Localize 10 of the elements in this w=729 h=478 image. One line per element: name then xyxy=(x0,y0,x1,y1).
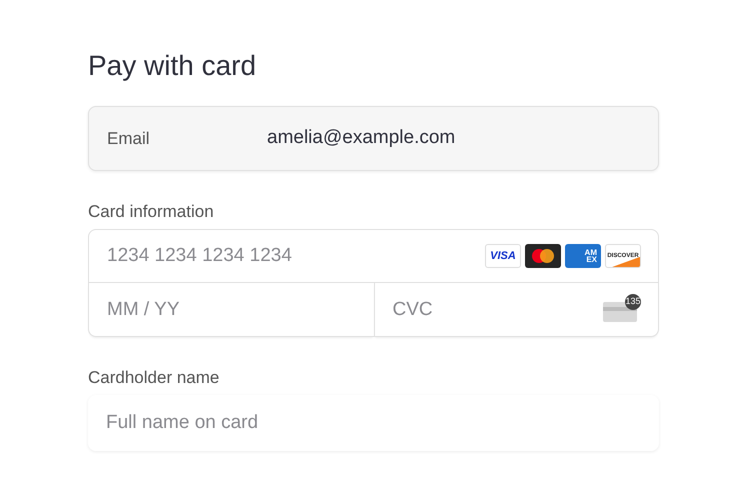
mastercard-icon xyxy=(525,244,561,268)
expiry-field[interactable]: MM / YY xyxy=(88,283,374,337)
cvc-hint: 135 xyxy=(625,294,641,310)
cardholder-name-field[interactable]: Full name on card xyxy=(88,395,659,451)
visa-logo: VISA xyxy=(485,244,521,268)
amex-logo: AM EX xyxy=(565,244,601,268)
page-title: Pay with card xyxy=(88,49,258,83)
field-label: Cardholder name xyxy=(88,367,220,389)
email-field[interactable]: Email amelia@example.com xyxy=(88,106,659,171)
field-label: Card information xyxy=(88,201,215,223)
